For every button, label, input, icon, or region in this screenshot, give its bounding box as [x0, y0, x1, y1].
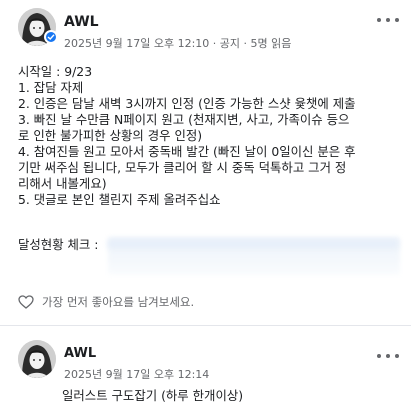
- post-line: 5. 댓글로 본인 챌린지 주제 올려주십쇼: [18, 192, 221, 207]
- like-prompt: 가장 먼저 좋아요를 남겨보세요.: [42, 295, 195, 309]
- post-body: 시작일 : 9/23 1. 잡담 자제 2. 인증은 담날 새벽 3시까지 인정…: [18, 64, 408, 208]
- comment-text: 일러스트 구도잡기 (하루 한개이상): [62, 388, 244, 403]
- like-icon[interactable]: [18, 295, 34, 309]
- more-options-icon[interactable]: [377, 350, 399, 362]
- post-line: 시작일 : 9/23: [18, 64, 93, 79]
- post-line: 2. 인증은 담날 새벽 3시까지 인정 (인증 가능한 스샷 윷챗에 제출: [18, 96, 356, 111]
- post-line: 리해서 내볼게요): [18, 176, 107, 191]
- verified-badge-icon: [44, 30, 58, 44]
- comment-meta: 2025년 9월 17일 오후 12:14: [64, 368, 210, 381]
- post: AWL 2025년 9월 17일 오후 12:10 · 공지 · 5명 읽음 시…: [0, 0, 411, 325]
- like-row[interactable]: 가장 먼저 좋아요를 남겨보세요.: [18, 294, 194, 310]
- comment-avatar[interactable]: [18, 340, 56, 378]
- progress-label: 달성현황 체크 :: [18, 237, 99, 252]
- post-author-name[interactable]: AWL: [64, 14, 99, 30]
- post-line: 로 인한 불가피한 상황의 경우 인정): [18, 128, 203, 143]
- post-meta: 2025년 9월 17일 오후 12:10 · 공지 · 5명 읽음: [64, 37, 292, 50]
- divider: [0, 325, 411, 326]
- post-line: 3. 빠진 날 수만큼 N페이지 원고 (천재지변, 사고, 가족이슈 등으: [18, 112, 350, 127]
- post-line: 기만 써주심 됩니다, 모두가 클리어 할 시 중독 덕톡하고 그거 정: [18, 160, 347, 175]
- post-line: 1. 잡담 자제: [18, 80, 84, 95]
- post-line: 4. 참여진들 원고 모아서 중독배 발간 (빠진 날이 0일이신 분은 후: [18, 144, 356, 159]
- blurred-image-strip: [108, 240, 398, 248]
- more-options-icon[interactable]: [377, 14, 399, 26]
- comment-author-name[interactable]: AWL: [64, 346, 96, 361]
